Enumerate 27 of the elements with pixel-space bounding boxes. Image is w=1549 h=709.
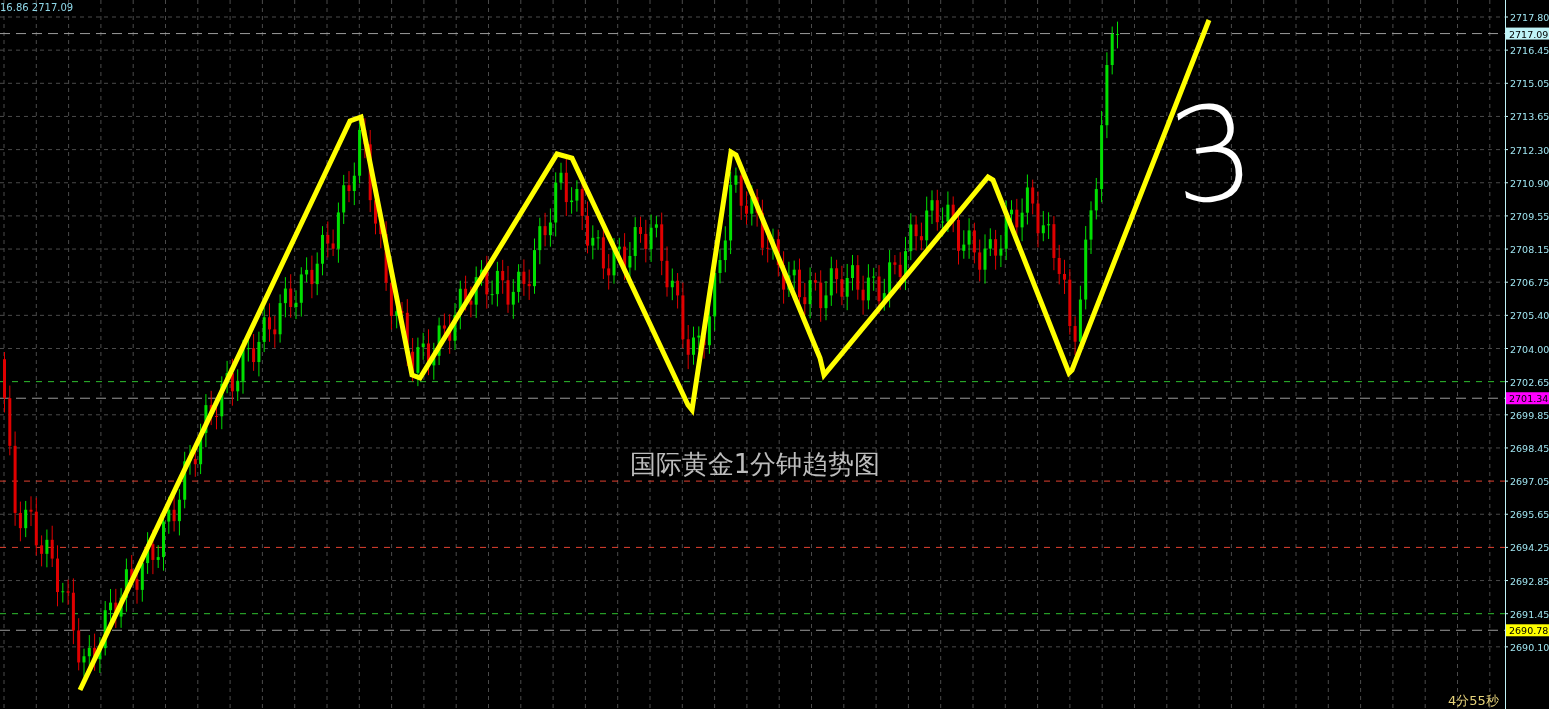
price-label: 2708.15 [1510,244,1549,256]
price-label: 2702.65 [1510,376,1549,388]
price-label: 2690.10 [1510,641,1549,653]
price-label: 2716.45 [1510,45,1549,57]
price-label: 2695.65 [1510,509,1549,521]
price-marker: 2717.09 [1506,27,1549,40]
chart-title: 国际黄金1分钟趋势图 [629,449,881,479]
price-label: 2706.75 [1510,277,1549,289]
price-marker: 2701.34 [1506,392,1549,405]
price-label: 2697.05 [1510,476,1549,488]
price-label: 2694.25 [1510,542,1549,554]
handwritten-label: 3 [1160,73,1264,236]
price-label: 2691.45 [1510,608,1549,620]
countdown-timer: 4分55秒 [1448,693,1499,708]
price-label: 2699.85 [1510,409,1549,421]
price-marker: 2690.78 [1506,624,1549,637]
price-readout: 16.86 2717.09 [0,2,74,13]
price-label: 2704.00 [1510,343,1549,355]
price-label: 2712.30 [1510,144,1549,156]
price-label: 2709.55 [1510,210,1549,222]
price-label: 2705.40 [1510,310,1549,322]
price-label: 2713.65 [1510,111,1549,123]
price-label: 2698.45 [1510,442,1549,454]
price-label: 2715.05 [1510,78,1549,90]
price-label: 2710.90 [1510,177,1549,189]
price-label: 2692.85 [1510,575,1549,587]
price-label: 2717.80 [1510,12,1549,23]
